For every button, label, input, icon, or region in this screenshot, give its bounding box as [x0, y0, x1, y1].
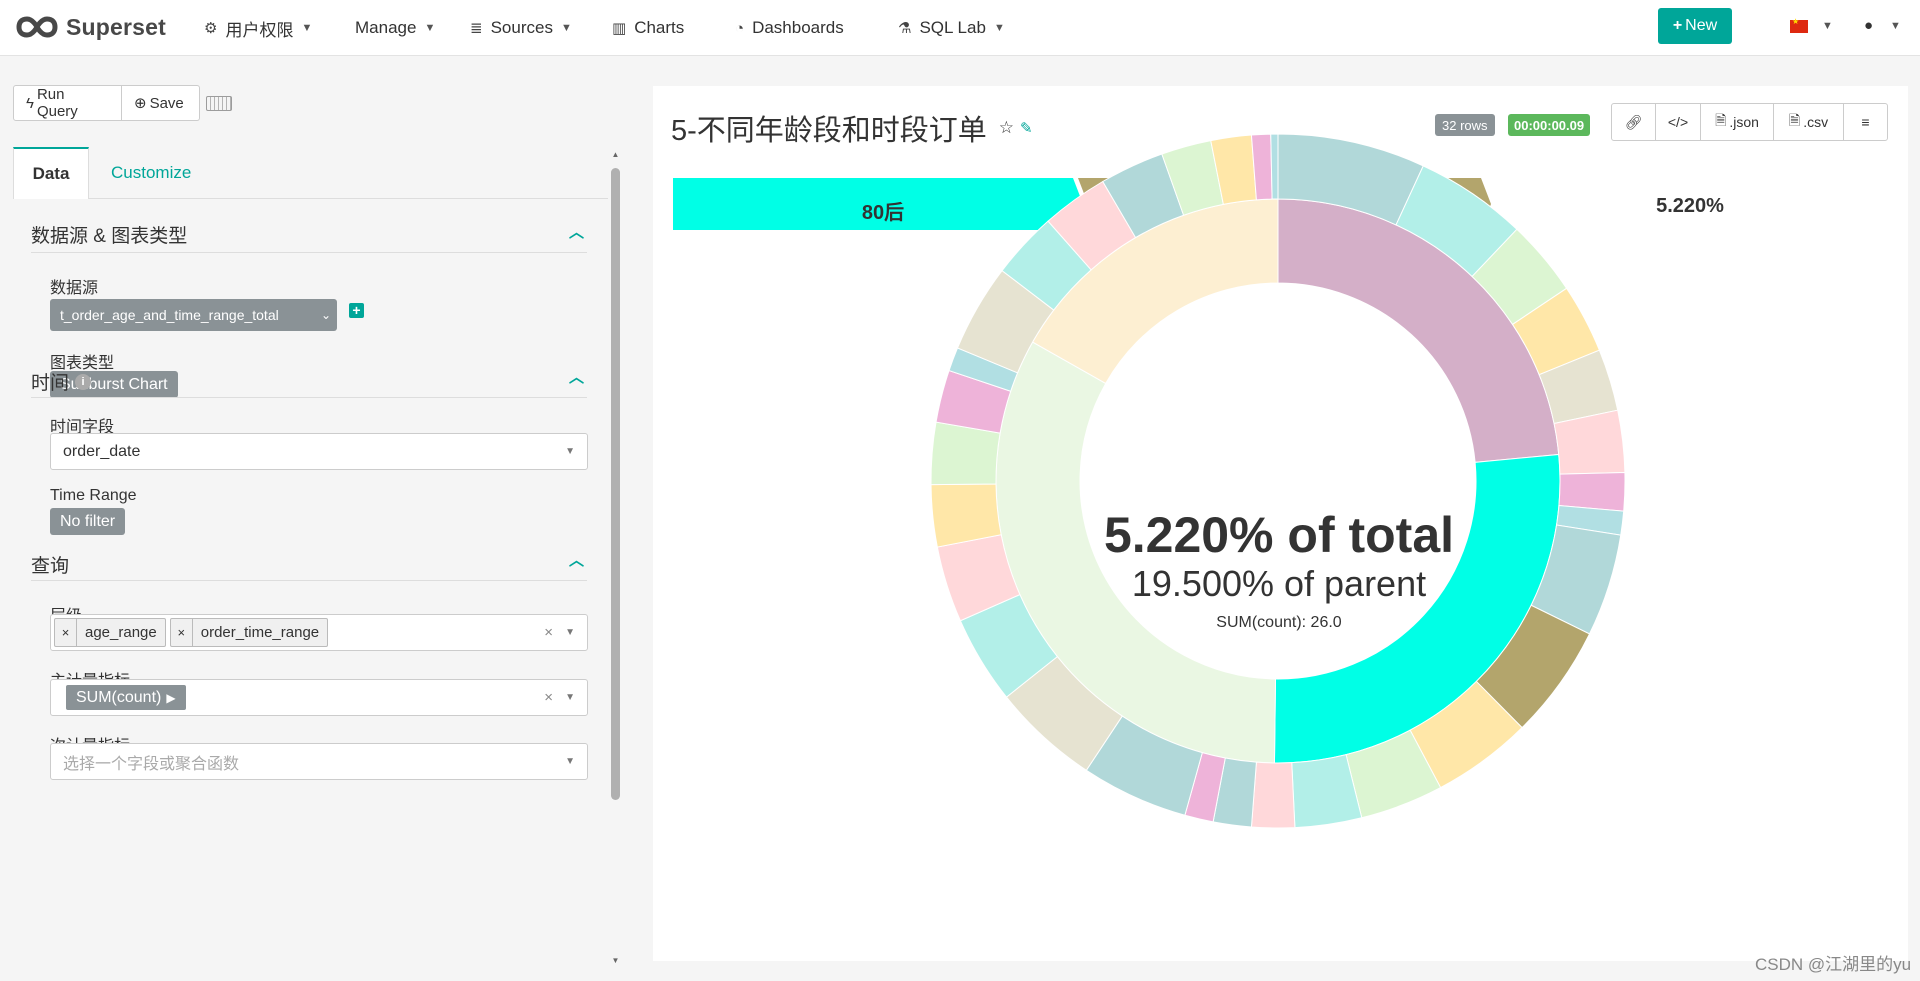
- primary-metric-select[interactable]: SUM(count) ▶ × ▼: [50, 679, 588, 716]
- panel-scrollbar[interactable]: ▲ ▼: [610, 150, 621, 965]
- center-parent-pct: 19.500% of parent: [1131, 563, 1427, 604]
- hierarchy-chip-label: age_range: [85, 624, 157, 641]
- add-datasource-icon[interactable]: +: [349, 303, 364, 318]
- tab-customize[interactable]: Customize: [111, 147, 191, 199]
- time-column-value: order_date: [63, 442, 141, 460]
- nav-manage-label: Manage: [355, 18, 417, 37]
- chevron-down-icon: ▼: [560, 22, 572, 34]
- section-divider: [31, 580, 587, 581]
- new-button[interactable]: + New: [1658, 8, 1732, 44]
- caret-down-icon: ▼: [565, 446, 575, 457]
- time-column-select[interactable]: order_date ▼: [50, 433, 588, 470]
- new-button-label: New: [1685, 17, 1718, 34]
- plus-circle-icon: ⊕: [134, 95, 147, 112]
- section-title-datasource[interactable]: 数据源 & 图表类型: [31, 221, 187, 248]
- time-range-label: Time Range: [50, 487, 137, 504]
- datasource-label: 数据源: [50, 280, 99, 297]
- chevron-down-icon: ▼: [301, 22, 313, 34]
- section-title-time[interactable]: 时间 i: [31, 368, 92, 395]
- run-query-button[interactable]: ϟ Run Query: [13, 85, 122, 121]
- nav-charts-label: Charts: [634, 18, 685, 37]
- sunburst-outer-arc-6[interactable]: [1558, 472, 1626, 512]
- control-panel: 数据源 & 图表类型 ︿ 数据源 t_order_age_and_time_ra…: [13, 199, 608, 961]
- hierarchy-chip: × order_time_range: [169, 618, 329, 647]
- section-title-query[interactable]: 查询: [31, 551, 69, 578]
- superset-logo-icon: [16, 16, 58, 38]
- chart-panel: 5-不同年龄段和时段订单 ☆ ✎ 32 rows 00:00:00.09 🔗︎ …: [653, 86, 1908, 961]
- brand-logo[interactable]: Superset: [16, 12, 166, 42]
- caret-down-icon: ▼: [565, 692, 575, 703]
- metric-tag[interactable]: SUM(count) ▶: [66, 685, 186, 710]
- sunburst-outer-arc-13[interactable]: [1250, 761, 1296, 829]
- info-icon[interactable]: i: [75, 373, 92, 390]
- flask-icon: ⚗: [898, 20, 912, 37]
- brand-name: Superset: [66, 13, 167, 40]
- caret-right-icon: ▶: [166, 690, 176, 705]
- scroll-down-icon[interactable]: ▼: [610, 956, 621, 965]
- save-label: Save: [149, 94, 184, 112]
- nav-dashboards-link[interactable]: ◔ Dashboards: [735, 14, 844, 42]
- nav-manage-menu[interactable]: Manage ▼: [355, 14, 435, 42]
- chevron-up-icon[interactable]: ︿: [569, 366, 584, 387]
- center-metric-value: SUM(count): 26.0: [1216, 614, 1342, 631]
- secondary-metric-select[interactable]: 选择一个字段或聚合函数 ▼: [50, 743, 588, 780]
- tab-data[interactable]: Data: [13, 147, 89, 200]
- chevron-down-icon: ▼: [993, 22, 1005, 34]
- caret-down-icon: ▼: [565, 627, 575, 638]
- bar-chart-icon: ▥: [612, 20, 627, 37]
- dashboard-icon: ◔: [735, 19, 745, 37]
- clear-icon[interactable]: ×: [544, 689, 553, 706]
- clear-icon[interactable]: ×: [544, 624, 553, 641]
- nav-charts-link[interactable]: ▥ Charts: [612, 14, 684, 42]
- hierarchy-chip-label: order_time_range: [200, 624, 320, 641]
- cogs-icon: ⚙: [204, 20, 218, 37]
- section-divider: [31, 397, 587, 398]
- query-button-group: ϟ Run Query ⊕ Save: [13, 85, 200, 121]
- watermark: CSDN @江湖里的yu: [1755, 955, 1912, 974]
- remove-chip-icon[interactable]: ×: [171, 619, 193, 646]
- time-range-button[interactable]: No filter: [50, 508, 126, 535]
- hierarchy-chip: × age_range: [54, 618, 166, 647]
- chevron-down-icon[interactable]: ▼: [1822, 20, 1833, 32]
- plus-icon: +: [1672, 17, 1683, 34]
- sunburst-outer-arc-31[interactable]: [1270, 133, 1279, 200]
- bolt-icon: ϟ: [26, 94, 34, 112]
- chevron-down-icon: ⌄: [320, 308, 331, 322]
- nav-dashboards-label: Dashboards: [752, 18, 844, 37]
- user-icon[interactable]: ●: [1864, 17, 1873, 34]
- secondary-metric-placeholder: 选择一个字段或聚合函数: [63, 755, 240, 773]
- run-query-label: Run Query: [36, 86, 78, 120]
- navbar: Superset ⚙ 用户权限 ▼ Manage ▼ ≣ Sources ▼ ▥…: [0, 0, 1920, 56]
- nav-sources-label: Sources: [490, 18, 553, 37]
- control-tabs: Data Customize: [13, 147, 608, 200]
- time-section-label: 时间: [31, 373, 70, 394]
- keyboard-icon[interactable]: [206, 96, 232, 111]
- chevron-up-icon[interactable]: ︿: [569, 221, 584, 242]
- china-flag-icon[interactable]: [1790, 17, 1808, 33]
- nav-sqllab-menu[interactable]: ⚗ SQL Lab ▼: [898, 14, 1005, 42]
- center-total-pct: 5.220% of total: [1103, 507, 1455, 563]
- nav-security-label: 用户权限: [225, 20, 294, 40]
- database-icon: ≣: [470, 20, 483, 37]
- datasource-select[interactable]: t_order_age_and_time_range_total ⌄: [50, 299, 337, 331]
- nav-security-menu[interactable]: ⚙ 用户权限 ▼: [204, 14, 312, 42]
- nav-sqllab-label: SQL Lab: [919, 18, 986, 37]
- scroll-up-icon[interactable]: ▲: [610, 150, 621, 159]
- metric-tag-label: SUM(count): [76, 688, 162, 706]
- chevron-up-icon[interactable]: ︿: [569, 549, 584, 570]
- scrollbar-thumb[interactable]: [611, 168, 620, 800]
- remove-chip-icon[interactable]: ×: [55, 619, 77, 646]
- datasource-value: t_order_age_and_time_range_total: [60, 307, 279, 323]
- nav-sources-menu[interactable]: ≣ Sources ▼: [470, 14, 572, 42]
- chevron-down-icon: ▼: [424, 22, 436, 34]
- section-divider: [31, 252, 587, 253]
- hierarchy-select[interactable]: × age_range × order_time_range × ▼: [50, 614, 588, 651]
- caret-down-icon: ▼: [565, 756, 575, 767]
- save-button[interactable]: ⊕ Save: [122, 85, 200, 121]
- chevron-down-icon[interactable]: ▼: [1890, 20, 1901, 32]
